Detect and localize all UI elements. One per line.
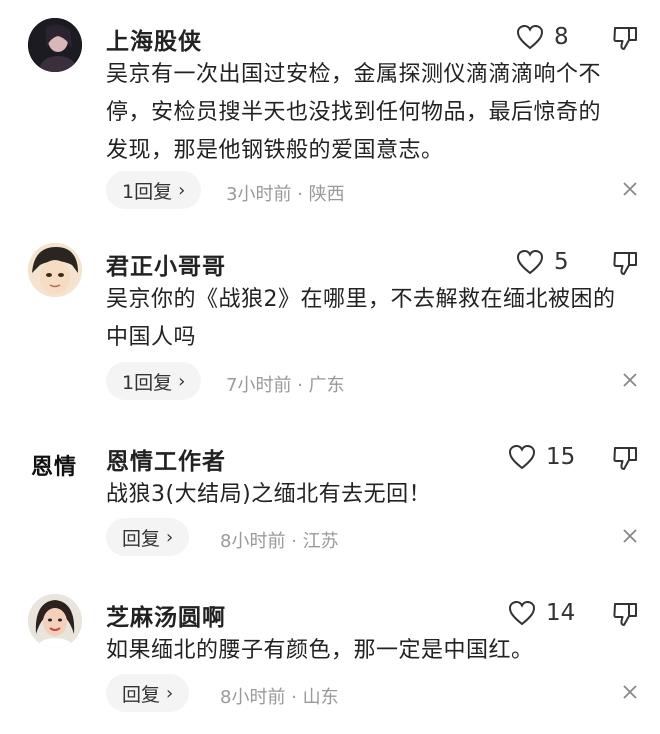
- close-icon: [623, 373, 637, 387]
- thumbs-down-icon: [613, 252, 637, 275]
- comment-meta: 8小时前 · 江苏: [220, 527, 339, 553]
- avatar[interactable]: [28, 594, 82, 648]
- username[interactable]: 上海股侠: [106, 22, 202, 56]
- close-icon: [623, 529, 637, 543]
- reply-button[interactable]: 1回复 ›: [106, 362, 202, 400]
- separator: ·: [291, 531, 297, 552]
- location: 江苏: [302, 531, 339, 552]
- thumbs-down-icon: [613, 603, 637, 626]
- dislike-button[interactable]: [612, 600, 640, 628]
- reply-button[interactable]: 回复 ›: [106, 518, 190, 556]
- separator: ·: [291, 687, 297, 708]
- separator: ·: [297, 375, 303, 396]
- comment-text-line: 中国人吗: [106, 325, 197, 350]
- dislike-button[interactable]: [612, 24, 640, 52]
- reply-label: 回复: [122, 683, 161, 706]
- heart-icon: [516, 249, 544, 275]
- dismiss-button[interactable]: [621, 371, 639, 389]
- comment-text: 吴京有一次出国过安检，金属探测仪滴滴滴响个不 停，安检员搜半天也没找到任何物品，…: [106, 56, 636, 170]
- chevron-right-icon: ›: [178, 370, 186, 392]
- avatar-image: [28, 18, 82, 72]
- chevron-right-icon: ›: [166, 526, 174, 548]
- username[interactable]: 芝麻汤圆啊: [106, 598, 226, 632]
- timestamp: 3小时前: [226, 184, 292, 205]
- avatar-image: [28, 243, 82, 297]
- like-button[interactable]: 15: [508, 442, 575, 472]
- like-button[interactable]: 5: [516, 247, 569, 277]
- chevron-right-icon: ›: [166, 682, 174, 704]
- comment-text-line: 停，安检员搜半天也没找到任何物品，最后惊奇的: [106, 100, 602, 125]
- location: 广东: [308, 375, 345, 396]
- avatar[interactable]: 恩情: [24, 438, 84, 492]
- location: 山东: [302, 687, 339, 708]
- dislike-button[interactable]: [612, 249, 640, 277]
- avatar[interactable]: [28, 243, 82, 297]
- location: 陕西: [308, 184, 345, 205]
- reply-label: 回复: [122, 527, 161, 550]
- comment-text-line: 战狼3(大结局)之缅北有去无回！: [106, 482, 432, 507]
- heart-icon: [508, 444, 536, 470]
- dismiss-button[interactable]: [621, 180, 639, 198]
- comment-meta: 8小时前 · 山东: [220, 683, 339, 709]
- dislike-button[interactable]: [612, 444, 640, 472]
- chevron-right-icon: ›: [178, 179, 186, 201]
- username[interactable]: 恩情工作者: [106, 442, 226, 476]
- comment-text-line: 吴京你的《战狼2》在哪里，不去解救在缅北被困的: [106, 287, 616, 312]
- comment-text-line: 如果缅北的腰子有颜色，那一定是中国红。: [106, 638, 534, 663]
- timestamp: 7小时前: [226, 375, 292, 396]
- heart-icon: [508, 600, 536, 626]
- like-count: 8: [554, 24, 569, 50]
- like-count: 14: [546, 600, 576, 626]
- reply-label: 1回复: [122, 180, 173, 203]
- like-count: 5: [554, 249, 569, 275]
- dismiss-button[interactable]: [621, 683, 639, 701]
- heart-icon: [516, 24, 544, 50]
- thumbs-down-icon: [613, 27, 637, 50]
- comment-text: 如果缅北的腰子有颜色，那一定是中国红。: [106, 632, 636, 670]
- close-icon: [623, 182, 637, 196]
- reply-button[interactable]: 回复 ›: [106, 674, 190, 712]
- like-count: 15: [546, 444, 576, 470]
- avatar-image: [28, 594, 82, 648]
- avatar[interactable]: [28, 18, 82, 72]
- comment-meta: 3小时前 · 陕西: [226, 180, 345, 206]
- comment-text-line: 吴京有一次出国过安检，金属探测仪滴滴滴响个不: [106, 62, 602, 87]
- comment-meta: 7小时前 · 广东: [226, 371, 345, 397]
- timestamp: 8小时前: [220, 687, 286, 708]
- reply-button[interactable]: 1回复 ›: [106, 171, 202, 209]
- comment-text: 战狼3(大结局)之缅北有去无回！: [106, 476, 636, 514]
- separator: ·: [297, 184, 303, 205]
- comment-text: 吴京你的《战狼2》在哪里，不去解救在缅北被困的 中国人吗: [106, 281, 636, 357]
- close-icon: [623, 685, 637, 699]
- like-button[interactable]: 14: [508, 598, 575, 628]
- dismiss-button[interactable]: [621, 527, 639, 545]
- avatar-text: 恩情: [30, 454, 77, 480]
- timestamp: 8小时前: [220, 531, 286, 552]
- thumbs-down-icon: [613, 447, 637, 470]
- reply-label: 1回复: [122, 371, 173, 394]
- like-button[interactable]: 8: [516, 22, 569, 52]
- username[interactable]: 君正小哥哥: [106, 247, 226, 281]
- comment-text-line: 发现，那是他钢铁般的爱国意志。: [106, 138, 444, 163]
